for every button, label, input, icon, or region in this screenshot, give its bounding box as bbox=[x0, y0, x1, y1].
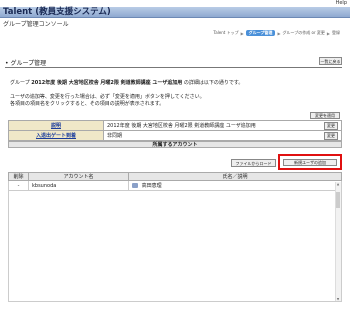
info-row-gate: 入退出ゲート到着 非同期 変更 bbox=[8, 130, 342, 141]
apply-changes-button[interactable]: 変更を適用 bbox=[310, 112, 340, 119]
breadcrumb-item-group-admin[interactable]: グループ管理 bbox=[245, 30, 276, 36]
load-from-file-button[interactable]: ファイルからロード bbox=[231, 159, 276, 167]
members-heading: 所属するアカウント bbox=[8, 141, 342, 148]
description-line-2: ユーザの追加等、変更を行った場合は、必ず「変更を適用」ボタンを押してください。 bbox=[10, 94, 205, 100]
add-new-user-button[interactable]: 新規ユーザの追加 bbox=[283, 159, 337, 166]
members-header-row: 削除 アカウント名 氏名／説明 bbox=[8, 172, 342, 181]
info-row-description: 説明 2012年度 後期 大宮地区校舎 月曜2限 剣道教師講座 ユーザ追加用 変… bbox=[8, 120, 342, 131]
scroll-down-icon[interactable]: ▼ bbox=[336, 297, 340, 301]
section-title: • グループ管理 bbox=[5, 60, 47, 67]
info-label-description[interactable]: 説明 bbox=[8, 120, 104, 131]
description-line-1: グループ 2012年度 後期 大宮地区校舎 月曜2限 剣道教師講座 ユーザ追加用… bbox=[10, 80, 244, 86]
info-value-description: 2012年度 後期 大宮地区校舎 月曜2限 剣道教師講座 ユーザ追加用 変更 bbox=[103, 120, 342, 131]
highlight-box: 新規ユーザの追加 bbox=[278, 154, 342, 170]
app-subtitle: グループ管理コンソール bbox=[3, 21, 69, 28]
info-value-gate: 非同期 変更 bbox=[103, 130, 342, 141]
column-header-account: アカウント名 bbox=[28, 172, 129, 181]
breadcrumb: Talent トップ ▶ グループ管理 ▶ グループの作成 or 変更 ▶ 登録 bbox=[213, 30, 340, 36]
scrollbar-thumb[interactable] bbox=[336, 192, 340, 208]
scroll-up-icon[interactable]: ▲ bbox=[336, 182, 340, 186]
column-header-delete: 削除 bbox=[8, 172, 29, 181]
edit-gate-button[interactable]: 変更 bbox=[324, 131, 338, 140]
divider bbox=[5, 67, 342, 68]
scrollbar[interactable]: ▲ ▼ bbox=[335, 182, 341, 301]
breadcrumb-item-register[interactable]: 登録 bbox=[332, 30, 340, 36]
description-line-3: 各項目の項目名をクリックすると、その項目の説明が表示されます。 bbox=[10, 101, 165, 107]
edit-description-button[interactable]: 変更 bbox=[324, 121, 338, 130]
chevron-right-icon: ▶ bbox=[326, 30, 330, 36]
help-link[interactable]: Help bbox=[336, 0, 347, 6]
group-name: 2012年度 後期 大宮地区校舎 月曜2限 剣道教師講座 ユーザ追加用 bbox=[31, 80, 183, 86]
chevron-right-icon: ▶ bbox=[240, 30, 244, 36]
back-to-list-button[interactable]: 一覧に戻る bbox=[319, 57, 342, 65]
app-title: Talent (教員支援システム) bbox=[0, 7, 350, 18]
chevron-right-icon: ▶ bbox=[277, 30, 281, 36]
breadcrumb-item-top[interactable]: Talent トップ bbox=[213, 30, 238, 36]
members-toolbar: ファイルからロード 新規ユーザの追加 bbox=[8, 154, 342, 170]
group-info-table: 説明 2012年度 後期 大宮地区校舎 月曜2限 剣道教師講座 ユーザ追加用 変… bbox=[8, 120, 342, 141]
info-label-gate[interactable]: 入退出ゲート到着 bbox=[8, 130, 104, 141]
breadcrumb-item-create-edit[interactable]: グループの作成 or 変更 bbox=[283, 30, 325, 36]
column-header-name: 氏名／説明 bbox=[128, 172, 342, 181]
members-list-area: ▲ ▼ bbox=[8, 182, 342, 302]
